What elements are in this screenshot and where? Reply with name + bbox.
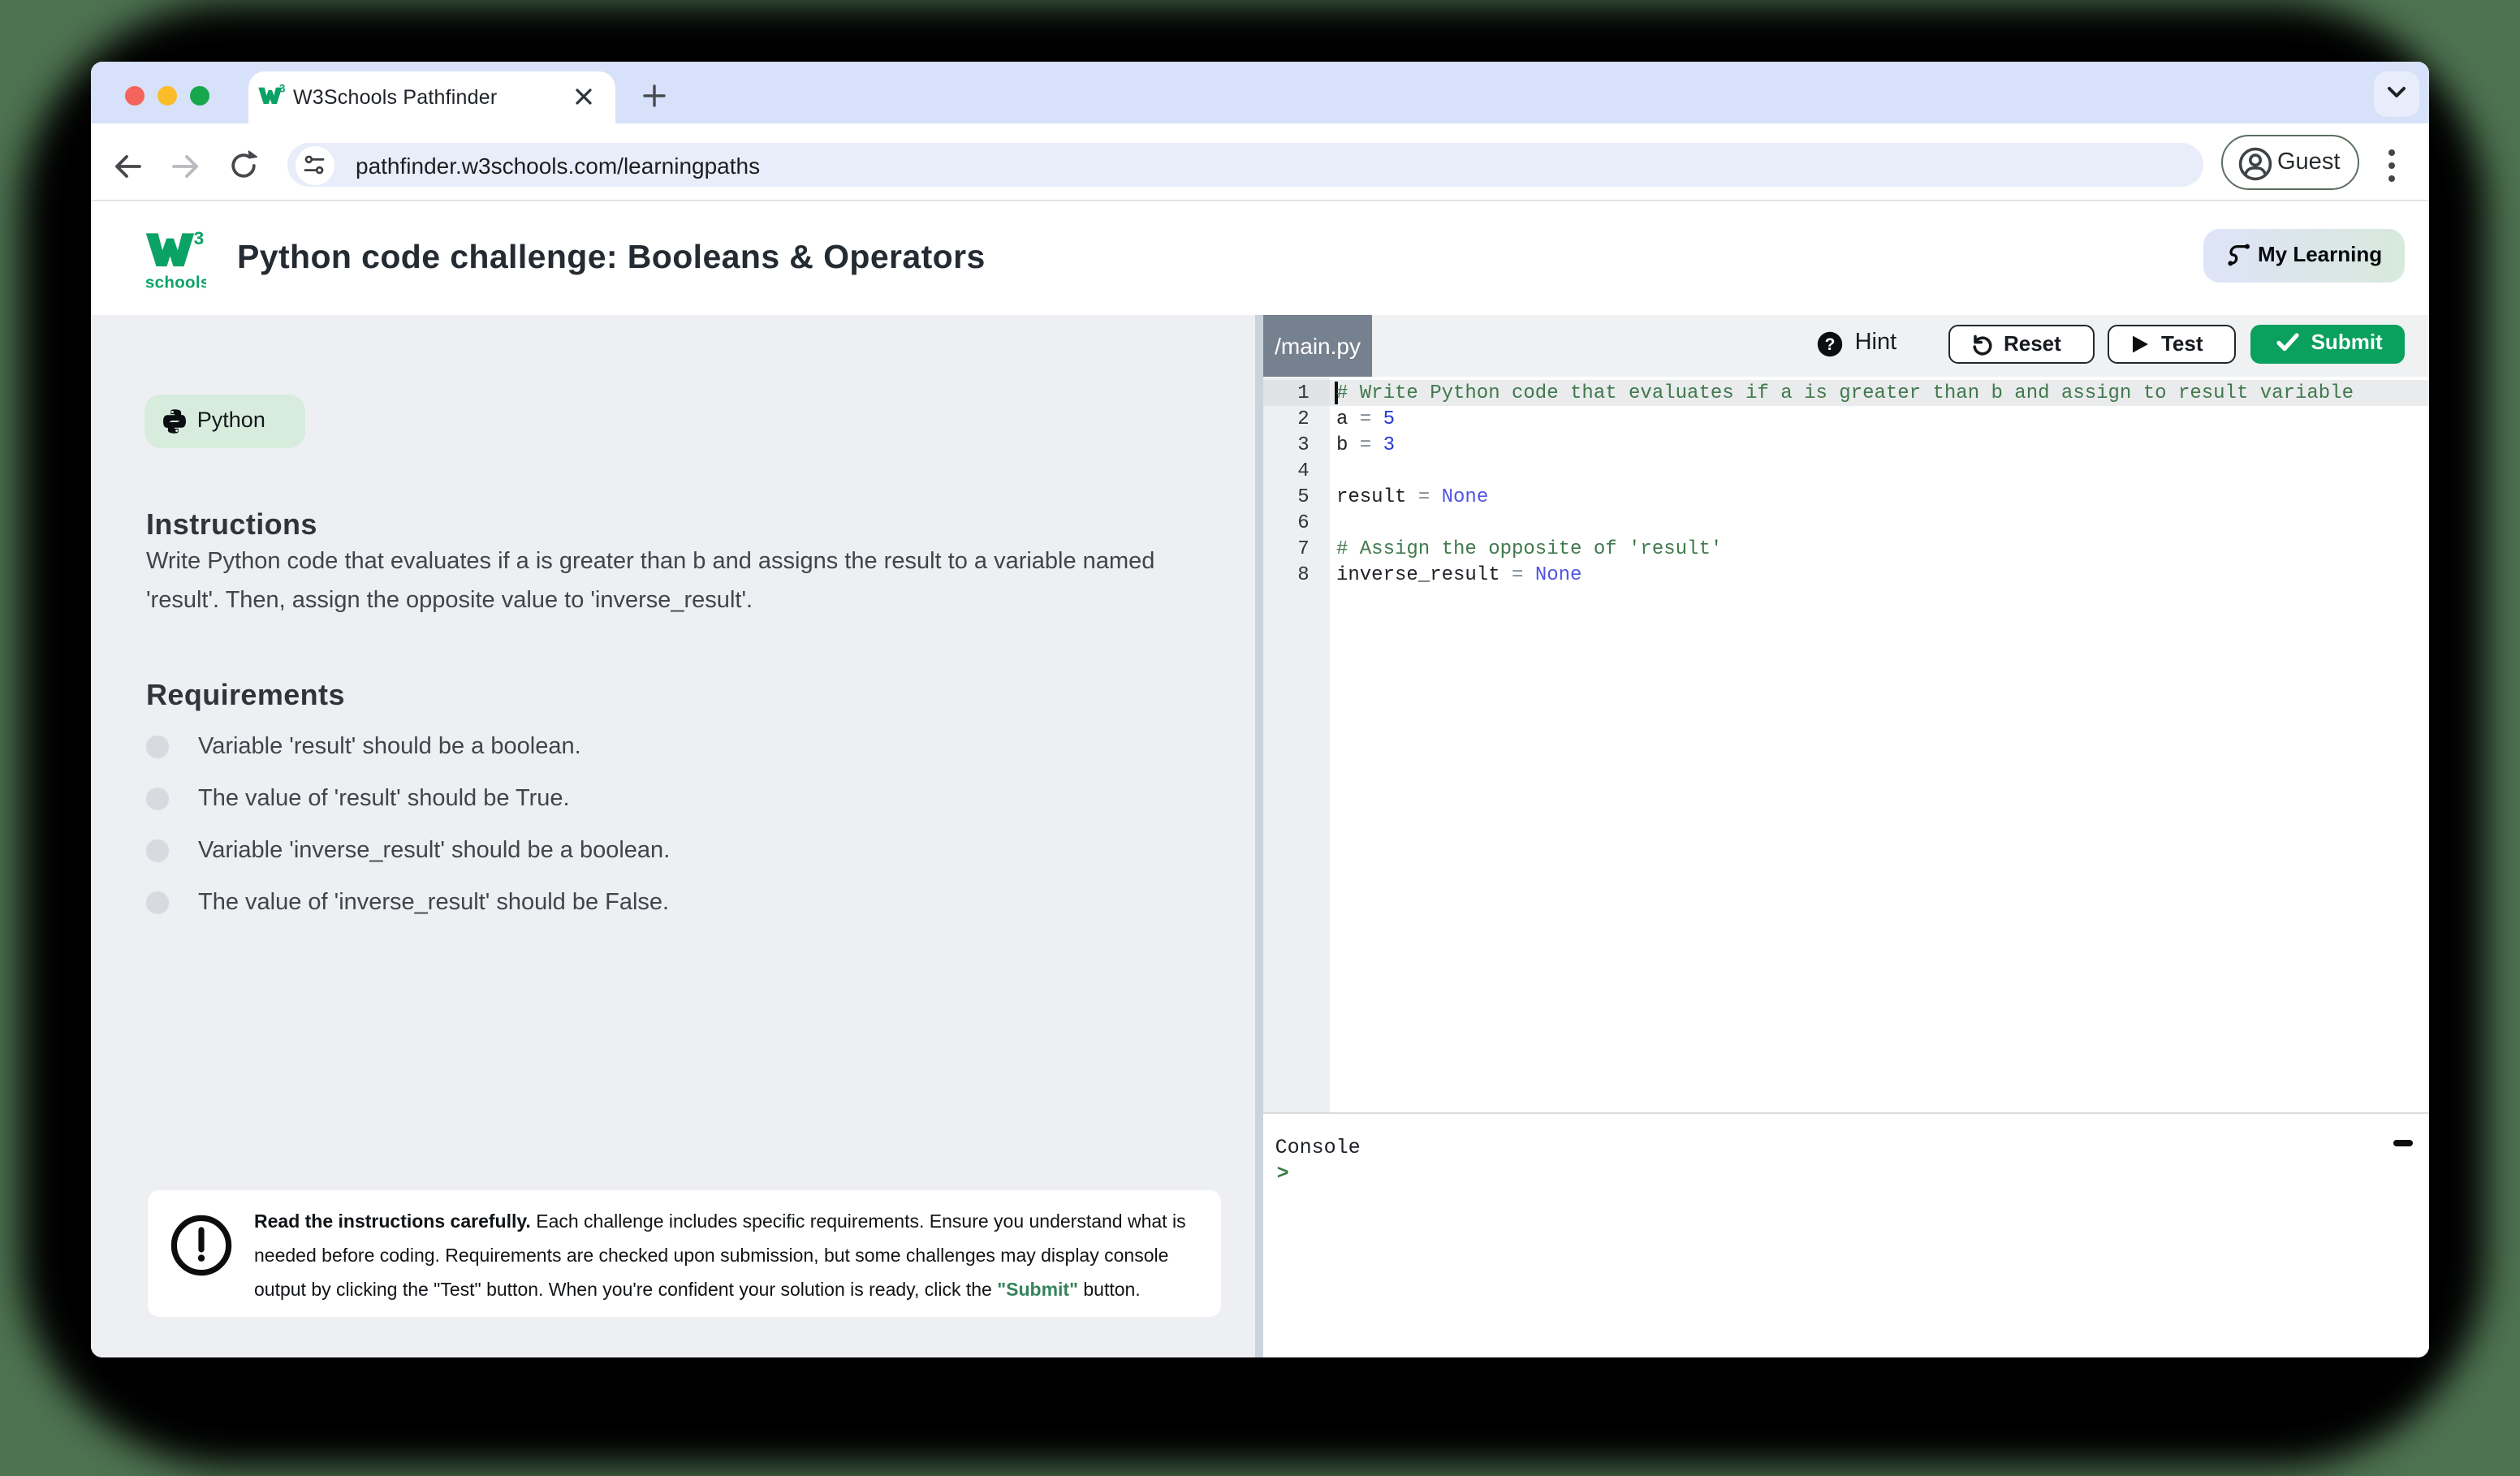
svg-text:3: 3 [194,228,205,248]
svg-text:3: 3 [279,83,286,95]
svg-text:schools: schools [145,273,206,291]
svg-text:?: ? [1825,335,1836,354]
